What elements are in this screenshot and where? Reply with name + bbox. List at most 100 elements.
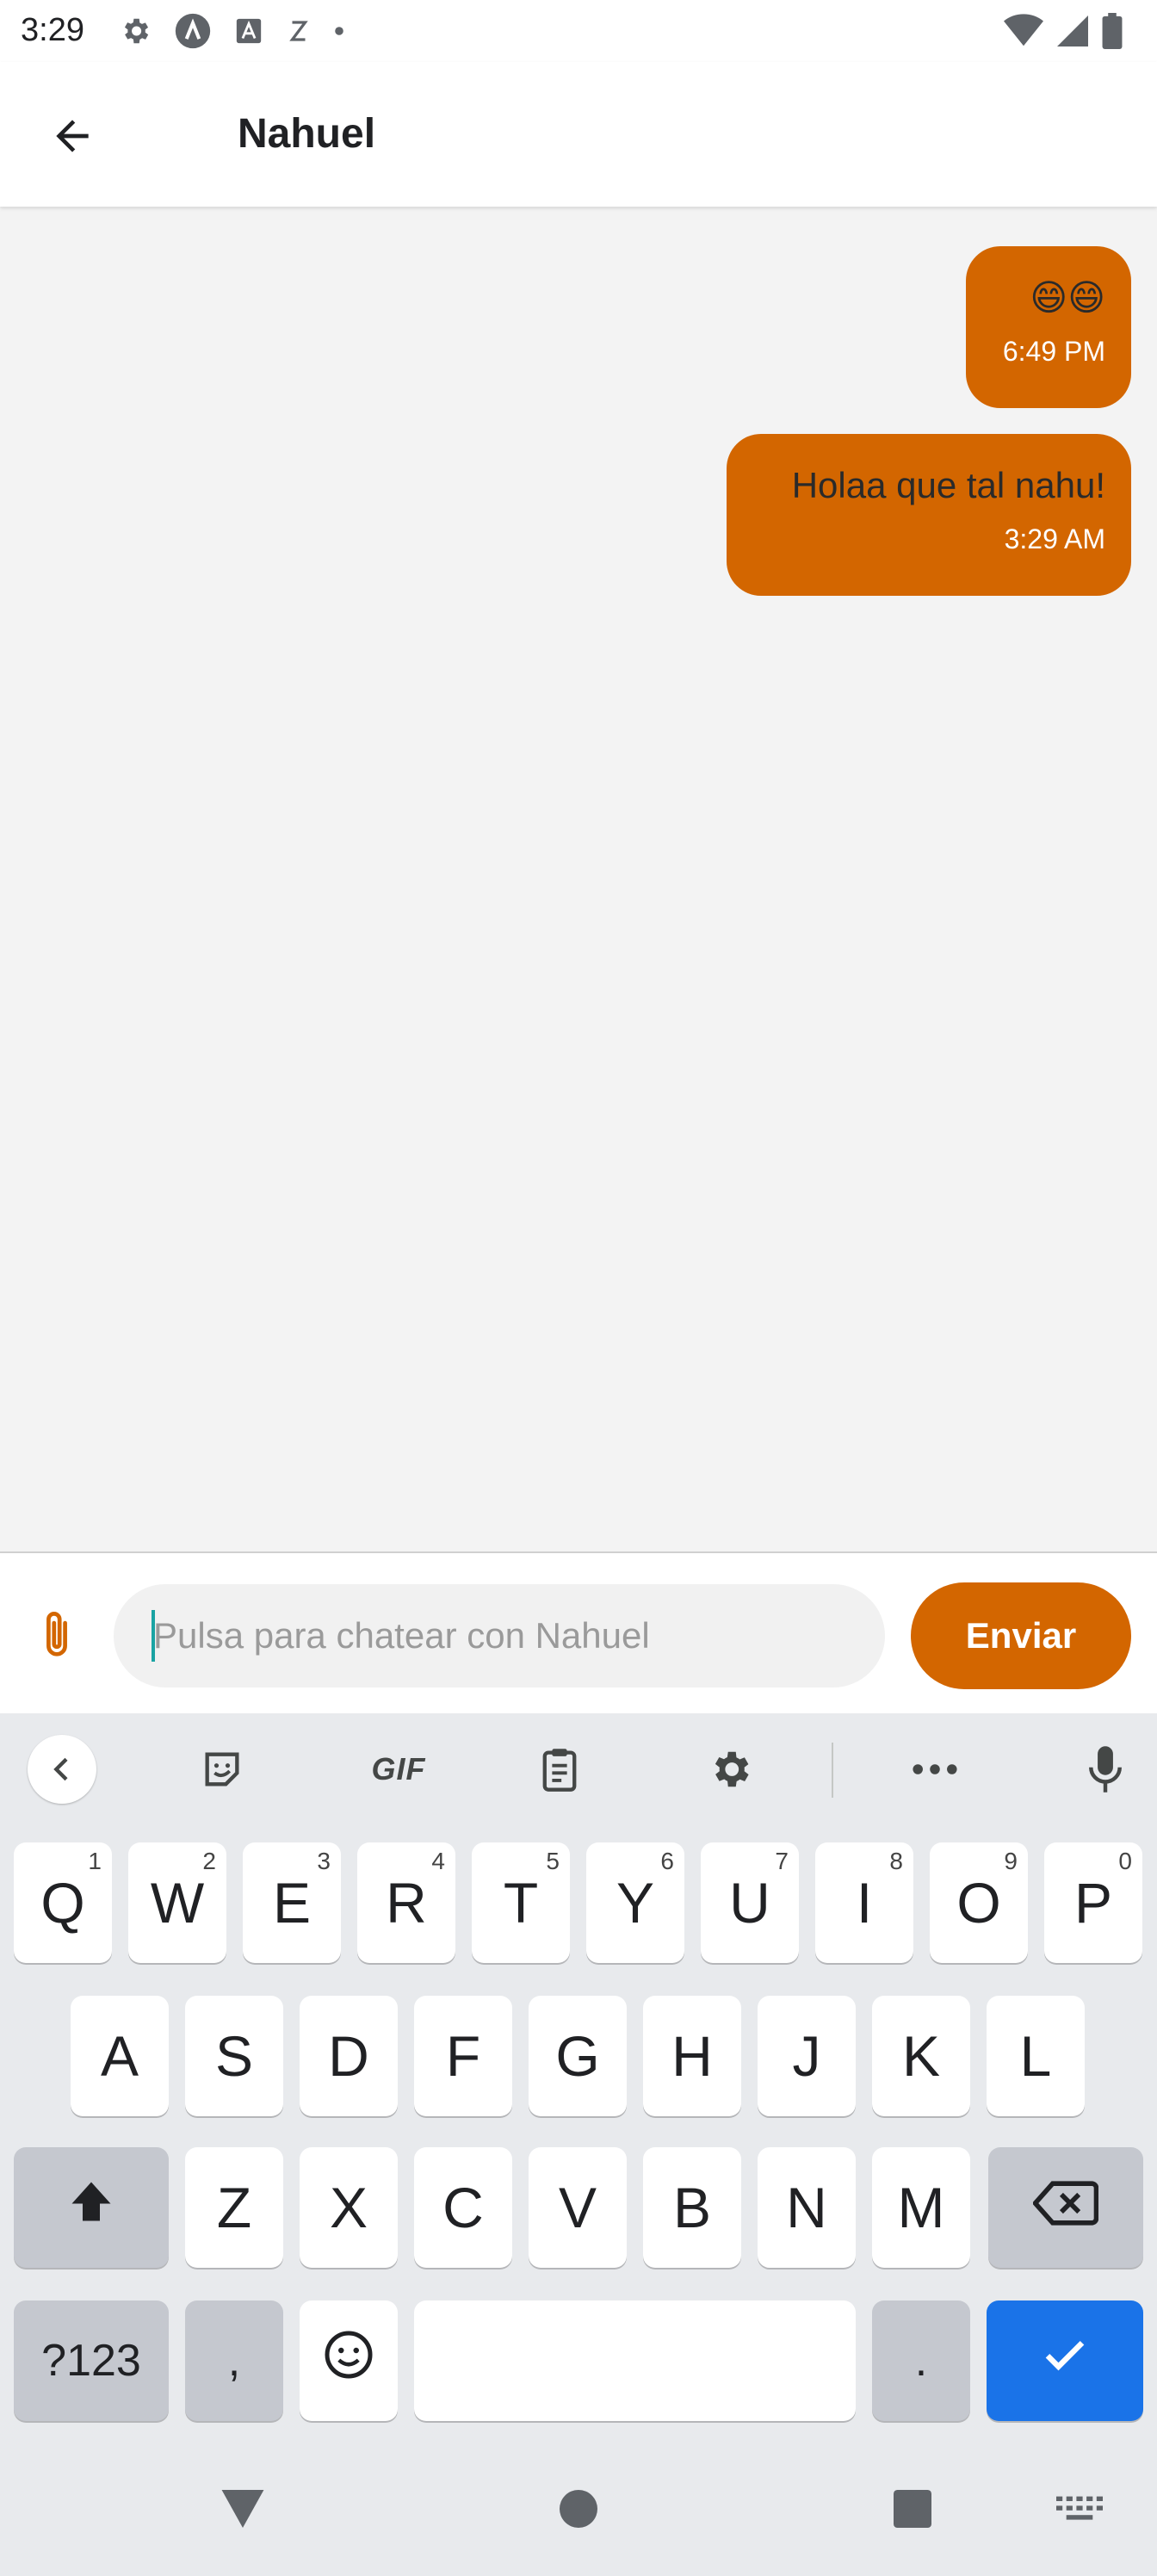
key-g[interactable]: G — [529, 1996, 627, 2116]
text-cursor — [152, 1610, 155, 1662]
key-e[interactable]: E3 — [243, 1842, 341, 1963]
key-hint: 4 — [431, 1848, 445, 1874]
check-icon — [1039, 2328, 1091, 2393]
key-hint: 2 — [202, 1848, 216, 1874]
backspace-icon — [1031, 2175, 1099, 2240]
key-v[interactable]: V — [529, 2147, 627, 2268]
send-button[interactable]: Enviar — [911, 1582, 1131, 1689]
key-p[interactable]: P0 — [1044, 1842, 1142, 1963]
gif-label: GIF — [371, 1751, 426, 1786]
arrow-back-icon — [48, 112, 96, 164]
signal-icon — [1055, 14, 1090, 48]
key-hint: 0 — [1118, 1848, 1132, 1874]
dot-icon — [334, 26, 344, 36]
message-input[interactable] — [114, 1584, 885, 1687]
back-triangle-icon[interactable] — [208, 2474, 277, 2543]
key-s[interactable]: S — [185, 1996, 283, 2116]
symbols-key[interactable]: ?123 — [14, 2300, 169, 2421]
paperclip-icon — [34, 1608, 79, 1668]
status-icons-left — [119, 12, 344, 50]
keyboard-switch-icon[interactable] — [1045, 2474, 1114, 2543]
enter-key[interactable] — [987, 2300, 1143, 2421]
key-hint: 7 — [775, 1848, 789, 1874]
settings-icon — [119, 15, 152, 47]
period-key[interactable]: . — [872, 2300, 970, 2421]
key-label: Y — [616, 1871, 655, 1935]
status-time: 3:29 — [21, 12, 84, 48]
key-b[interactable]: B — [643, 2147, 741, 2268]
key-d[interactable]: D — [300, 1996, 398, 2116]
key-x[interactable]: X — [300, 2147, 398, 2268]
key-label: R — [386, 1871, 427, 1935]
composer-bar: Enviar — [0, 1551, 1157, 1713]
back-button[interactable] — [38, 103, 107, 172]
key-label: P — [1073, 1871, 1113, 1935]
recents-square-icon[interactable] — [878, 2474, 947, 2543]
status-icons-right — [1004, 12, 1123, 50]
app-bar: Nahuel — [0, 62, 1157, 207]
attach-button[interactable] — [26, 1607, 88, 1669]
clipboard-icon[interactable] — [525, 1735, 594, 1804]
key-m[interactable]: M — [872, 2147, 970, 2268]
key-y[interactable]: Y6 — [586, 1842, 684, 1963]
chevron-left-icon[interactable] — [28, 1735, 96, 1804]
toolbar-divider — [832, 1743, 833, 1798]
key-q[interactable]: Q1 — [14, 1842, 112, 1963]
key-l[interactable]: L — [987, 1996, 1085, 2116]
key-label: T — [503, 1871, 539, 1935]
space-key[interactable] — [414, 2300, 856, 2421]
key-hint: 9 — [1004, 1848, 1018, 1874]
font-icon — [234, 16, 263, 46]
more-icon[interactable] — [900, 1735, 969, 1804]
gear-icon[interactable] — [696, 1735, 764, 1804]
key-o[interactable]: O9 — [930, 1842, 1028, 1963]
gif-button[interactable]: GIF — [356, 1735, 442, 1804]
key-k[interactable]: K — [872, 1996, 970, 2116]
navigation-bar — [0, 2437, 1157, 2576]
key-hint: 6 — [660, 1848, 674, 1874]
key-w[interactable]: W2 — [128, 1842, 226, 1963]
key-label: E — [272, 1871, 312, 1935]
home-circle-icon[interactable] — [544, 2474, 613, 2543]
doze-icon — [286, 16, 312, 46]
key-label: O — [956, 1871, 1001, 1935]
backspace-key[interactable] — [988, 2147, 1143, 2268]
emoji-icon — [323, 2328, 374, 2393]
message-list[interactable]: 😄😄 6:49 PM Holaa que tal nahu! 3:29 AM — [0, 207, 1157, 1551]
key-n[interactable]: N — [758, 2147, 856, 2268]
shift-icon — [65, 2175, 117, 2240]
key-t[interactable]: T5 — [472, 1842, 570, 1963]
key-hint: 1 — [88, 1848, 102, 1874]
message-text: 😄😄 — [1030, 277, 1105, 318]
android-studio-icon — [174, 12, 212, 50]
key-label: I — [856, 1871, 873, 1935]
keyboard-toolbar: GIF — [0, 1713, 1157, 1825]
key-r[interactable]: R4 — [357, 1842, 455, 1963]
message-bubble[interactable]: 😄😄 6:49 PM — [966, 246, 1131, 408]
key-h[interactable]: H — [643, 1996, 741, 2116]
key-i[interactable]: I8 — [815, 1842, 913, 1963]
key-hint: 5 — [546, 1848, 560, 1874]
message-time: 3:29 AM — [1004, 523, 1105, 554]
key-label: Q — [40, 1871, 85, 1935]
key-hint: 3 — [317, 1848, 331, 1874]
key-label: U — [729, 1871, 770, 1935]
message-text: Holaa que tal nahu! — [791, 465, 1105, 505]
key-z[interactable]: Z — [185, 2147, 283, 2268]
key-f[interactable]: F — [414, 1996, 512, 2116]
key-label: W — [150, 1871, 205, 1935]
key-j[interactable]: J — [758, 1996, 856, 2116]
comma-key[interactable]: , — [185, 2300, 283, 2421]
mic-icon[interactable] — [1071, 1735, 1140, 1804]
message-bubble[interactable]: Holaa que tal nahu! 3:29 AM — [727, 434, 1131, 596]
key-u[interactable]: U7 — [701, 1842, 799, 1963]
key-c[interactable]: C — [414, 2147, 512, 2268]
battery-icon — [1102, 13, 1123, 49]
status-bar: 3:29 — [0, 0, 1157, 62]
key-hint: 8 — [889, 1848, 903, 1874]
shift-key[interactable] — [14, 2147, 169, 2268]
key-a[interactable]: A — [71, 1996, 169, 2116]
message-time: 6:49 PM — [1002, 336, 1105, 367]
emoji-key[interactable] — [300, 2300, 398, 2421]
sticker-icon[interactable] — [188, 1735, 257, 1804]
